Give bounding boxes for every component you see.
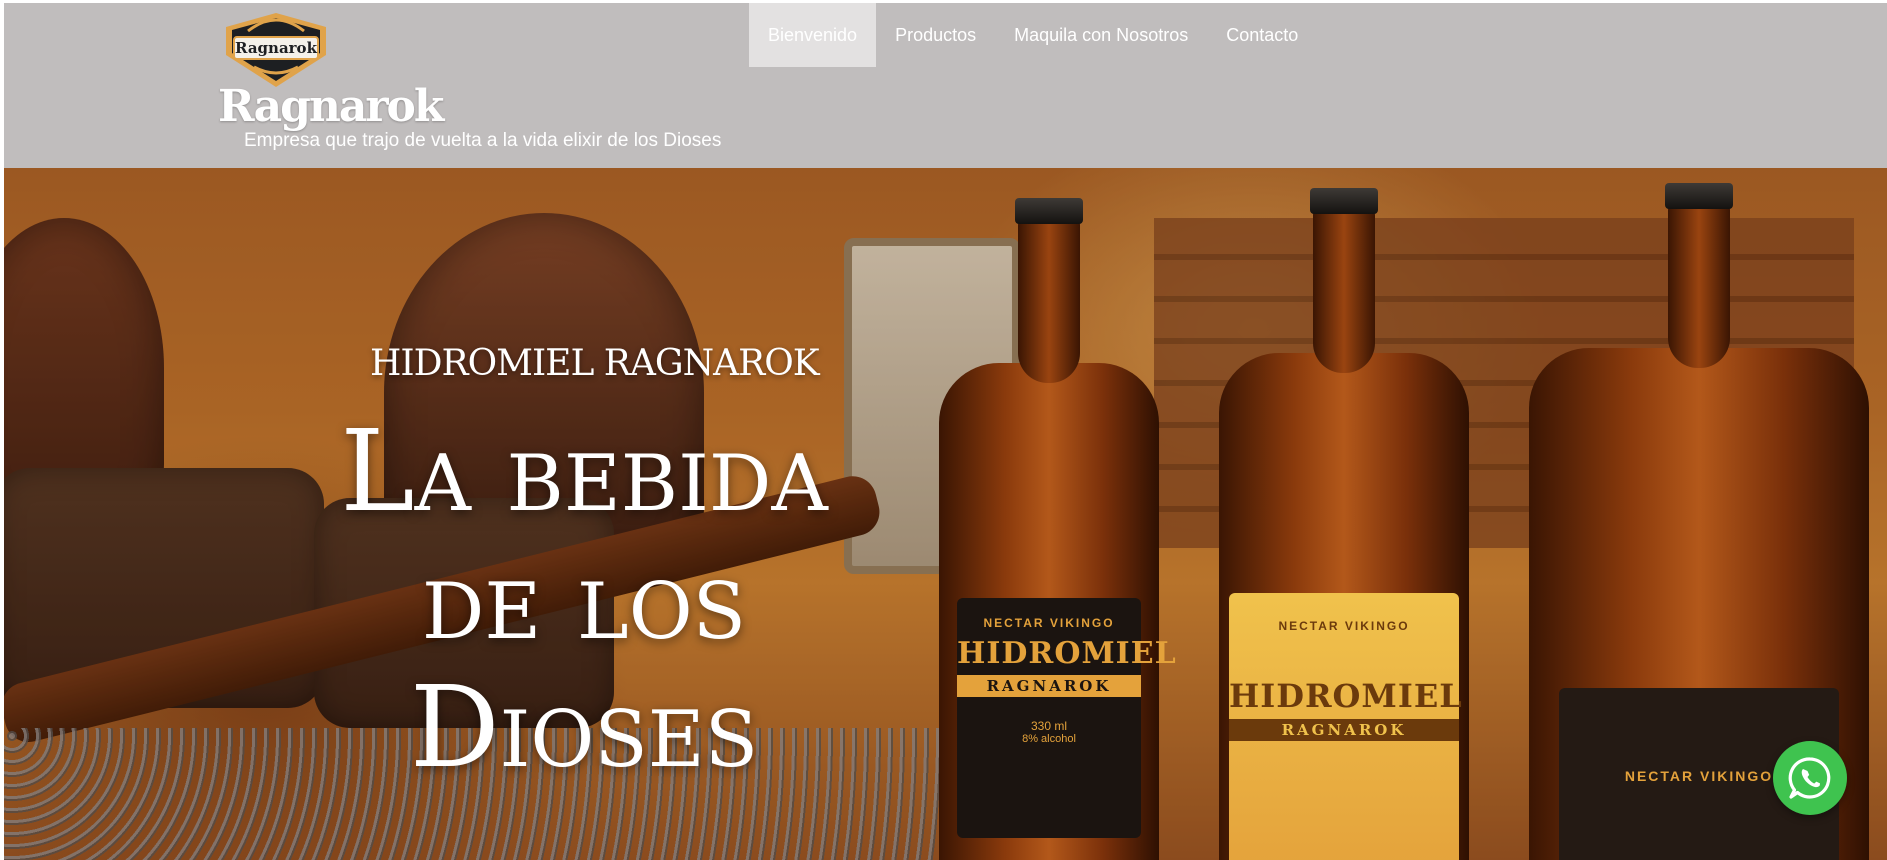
- site-header: Ragnarok Ragnarok Empresa que trajo de v…: [4, 3, 1887, 168]
- hero-banner: NECTAR VIKINGO HIDROMIEL RAGNAROK 330 ml…: [4, 168, 1887, 860]
- nav-item-bienvenido[interactable]: Bienvenido: [749, 3, 877, 67]
- label-top-text: NECTAR VIKINGO: [1278, 619, 1410, 633]
- hero-kicker: HIDROMIEL RAGNAROK: [370, 343, 820, 384]
- brand-logo[interactable]: Ragnarok: [218, 9, 334, 89]
- label-brand-band: RAGNAROK: [957, 675, 1141, 697]
- hero-title-line: La bebida: [340, 407, 828, 537]
- label-product-name: HIDROMIEL: [957, 636, 1177, 671]
- page-frame: Ragnarok Ragnarok Empresa que trajo de v…: [4, 3, 1887, 860]
- whatsapp-chat-button[interactable]: [1773, 741, 1847, 815]
- hero-title-line: de los: [421, 535, 747, 665]
- whatsapp-icon: [1788, 757, 1831, 799]
- nav-item-maquila[interactable]: Maquila con Nosotros: [995, 3, 1207, 67]
- hero-title: La bebida de los Dioses: [304, 408, 864, 792]
- label-brand-band: RAGNAROK: [1229, 719, 1459, 741]
- label-alcohol: 8% alcohol: [1022, 733, 1076, 745]
- nav-item-contacto[interactable]: Contacto: [1207, 3, 1317, 67]
- main-nav: Bienvenido Productos Maquila con Nosotro…: [749, 3, 1317, 67]
- bottle-cap: [1310, 188, 1378, 214]
- label-top-text: NECTAR VIKINGO: [983, 616, 1115, 630]
- bottle-label-1: NECTAR VIKINGO HIDROMIEL RAGNAROK 330 ml…: [957, 598, 1177, 838]
- brand-name[interactable]: Ragnarok: [218, 81, 444, 134]
- product-bottle-2: NECTAR VIKINGO HIDROMIEL RAGNAROK: [1219, 188, 1469, 860]
- bottle-cap: [1015, 198, 1083, 224]
- nav-item-productos[interactable]: Productos: [876, 3, 995, 67]
- bottle-cap: [1665, 183, 1733, 209]
- logo-text: Ragnarok: [235, 39, 318, 57]
- hero-title-line: Dioses: [409, 663, 759, 793]
- label-product-name: HIDROMIEL: [1229, 677, 1463, 715]
- label-volume: 330 ml: [1030, 719, 1068, 733]
- product-bottle-1: NECTAR VIKINGO HIDROMIEL RAGNAROK 330 ml…: [939, 198, 1177, 860]
- brand-tagline: Empresa que trajo de vuelta a la vida el…: [244, 130, 722, 151]
- bottle-label-2: NECTAR VIKINGO HIDROMIEL RAGNAROK: [1229, 593, 1463, 860]
